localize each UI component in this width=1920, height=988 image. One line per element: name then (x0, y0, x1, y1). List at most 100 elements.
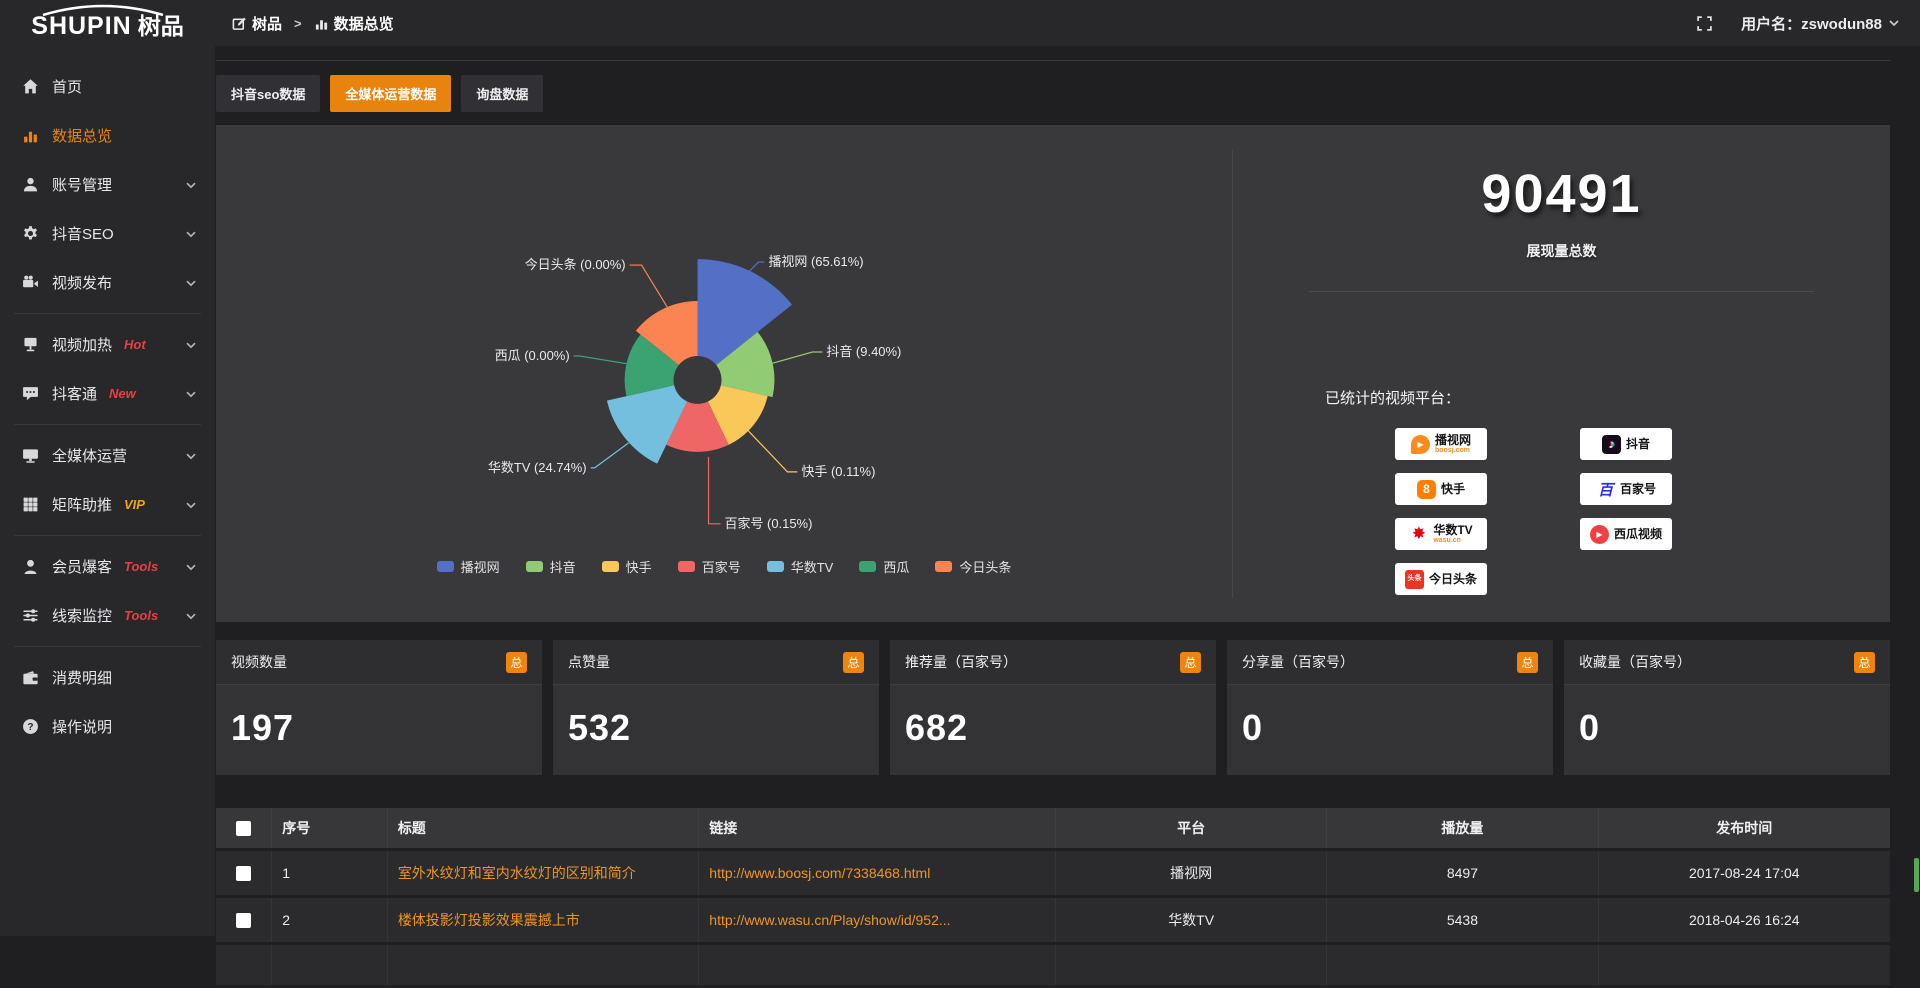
heat-icon (21, 336, 39, 353)
sidebar-item-camera[interactable]: 视频发布 (0, 258, 215, 307)
platform-subtext: boosj.com (1435, 447, 1470, 454)
row-checkbox[interactable] (236, 913, 251, 928)
chevron-down-icon (185, 179, 197, 191)
stat-card-4: 收藏量（百家号）总0 (1564, 640, 1890, 775)
topbar: SHUPIN树品 树品 > 数据总览 用户名：zswodun88 (0, 0, 1920, 46)
breadcrumb-current: 数据总览 (334, 13, 394, 34)
column-header-2: 链接 (699, 808, 1056, 848)
stat-card-value: 0 (1564, 685, 1890, 775)
overview-panel: 播视网 (65.61%)抖音 (9.40%)快手 (0.11%)百家号 (0.1… (216, 125, 1890, 622)
platform-badge-boosj: ▶播视网boosj.com (1395, 428, 1487, 460)
cell-time: 2017-08-24 17:04 (1599, 851, 1890, 895)
stat-card-title: 分享量（百家号） (1242, 652, 1354, 672)
sidebar-item-member[interactable]: 会员爆客Tools (0, 542, 215, 591)
chevron-down-icon (185, 610, 197, 622)
stat-card-header: 点赞量总 (553, 640, 879, 685)
toutiao-logo: 头条 (1405, 570, 1424, 589)
sidebar-item-badge: VIP (124, 497, 145, 512)
legend-item-3[interactable]: 百家号 (678, 557, 741, 576)
sidebar-item-gear[interactable]: 抖音SEO (0, 209, 215, 258)
cell-platform: 播视网 (1056, 851, 1327, 895)
total-badge[interactable]: 总 (1854, 652, 1875, 673)
sidebar-item-home[interactable]: 首页 (0, 62, 215, 111)
total-impressions-value: 90491 (1233, 163, 1890, 225)
rose-slice-4[interactable] (607, 385, 687, 463)
bar-chart-icon (314, 16, 329, 31)
cell-empty (1056, 945, 1327, 985)
cell-no: 2 (272, 898, 388, 942)
label-line-6 (630, 265, 672, 314)
tab-bar: 抖音seo数据全媒体运营数据询盘数据 (216, 75, 1890, 112)
breadcrumb-root[interactable]: 树品 (252, 13, 282, 34)
sidebar-item-label: 会员爆客 (52, 556, 112, 577)
username-menu[interactable]: 用户名：zswodun88 (1741, 13, 1900, 34)
cell-empty (216, 945, 272, 985)
legend-chip (678, 561, 695, 572)
platform-badge-xigua: ▶西瓜视频 (1580, 518, 1672, 550)
table-header-row: 序号标题链接平台播放量发布时间 (216, 808, 1890, 848)
select-all-cell (216, 808, 272, 848)
legend-item-6[interactable]: 今日头条 (935, 557, 1011, 576)
monitor-icon (21, 447, 39, 464)
header-divider (216, 60, 1890, 61)
sidebar-item-label: 线索监控 (52, 605, 112, 626)
platform-name: 抖音 (1626, 438, 1650, 451)
sidebar-item-wallet[interactable]: 消费明细 (0, 653, 215, 702)
tab-2[interactable]: 询盘数据 (461, 75, 543, 112)
cell-link[interactable]: http://www.wasu.cn/Play/show/id/952... (699, 898, 1056, 942)
slice-label-0: 播视网 (65.61%) (768, 254, 863, 269)
total-badge[interactable]: 总 (1180, 652, 1201, 673)
platform-name: 今日头条 (1429, 573, 1477, 586)
stat-card-value: 0 (1227, 685, 1553, 775)
cell-link[interactable]: http://www.boosj.com/7338468.html (699, 851, 1056, 895)
sidebar-item-user[interactable]: 账号管理 (0, 160, 215, 209)
help-icon: ? (21, 718, 39, 735)
sidebar-item-grid[interactable]: 矩阵助推VIP (0, 480, 215, 529)
sidebar-item-help[interactable]: ?操作说明 (0, 702, 215, 751)
legend-item-0[interactable]: 播视网 (437, 557, 500, 576)
cell-title[interactable]: 楼体投影灯投影效果震撼上市 (388, 898, 699, 942)
column-header-1: 标题 (388, 808, 699, 848)
xigua-logo: ▶ (1590, 525, 1609, 544)
sidebar-item-chat[interactable]: 抖客通New (0, 369, 215, 418)
tab-0[interactable]: 抖音seo数据 (216, 75, 320, 112)
topbar-right: 用户名：zswodun88 (1696, 13, 1920, 34)
platform-name: 百家号 (1620, 483, 1656, 496)
platform-name: 播视网 (1435, 434, 1471, 447)
chevron-down-icon (185, 388, 197, 400)
rose-chart-svg: 播视网 (65.61%)抖音 (9.40%)快手 (0.11%)百家号 (0.1… (216, 125, 1232, 555)
select-all-checkbox[interactable] (236, 821, 251, 836)
fullscreen-icon[interactable] (1696, 15, 1713, 32)
total-badge[interactable]: 总 (506, 652, 527, 673)
sidebar-item-filter[interactable]: 线索监控 Tools (0, 591, 215, 640)
sidebar-item-heat[interactable]: 视频加热Hot (0, 320, 215, 369)
svg-text:?: ? (27, 722, 33, 733)
sidebar-item-badge: Tools (124, 608, 158, 623)
camera-icon (21, 274, 39, 291)
tab-1[interactable]: 全媒体运营数据 (330, 75, 451, 112)
total-badge[interactable]: 总 (1517, 652, 1538, 673)
main-content: 抖音seo数据全媒体运营数据询盘数据 播视网 (65.61%)抖音 (9.40%… (215, 46, 1920, 988)
stat-card-3: 分享量（百家号） 总 0 (1227, 640, 1553, 775)
legend-chip (767, 561, 784, 572)
cell-plays: 8497 (1327, 851, 1598, 895)
legend-item-1[interactable]: 抖音 (526, 557, 576, 576)
breadcrumb-separator: > (294, 16, 302, 31)
cell-title[interactable]: 室外水纹灯和室内水纹灯的区别和简介 (388, 851, 699, 895)
sidebar: 首页数据总览账号管理抖音SEO视频发布视频加热Hot抖客通New 全媒体运营矩阵助… (0, 46, 215, 936)
stat-card-header: 收藏量（百家号）总 (1564, 640, 1890, 685)
sidebar-item-monitor[interactable]: 全媒体运营 (0, 431, 215, 480)
slice-label-4: 华数TV (24.74%) (488, 460, 587, 475)
row-checkbox[interactable] (236, 866, 251, 881)
app-logo[interactable]: SHUPIN树品 (0, 7, 215, 39)
legend-item-2[interactable]: 快手 (602, 557, 652, 576)
legend-item-4[interactable]: 华数TV (767, 557, 834, 576)
legend-item-5[interactable]: 西瓜 (859, 557, 909, 576)
row-select-cell (216, 851, 272, 895)
legend-chip (859, 561, 876, 572)
platform-badge-wasu: ✸华数TVwasu.cn (1395, 518, 1487, 550)
total-badge[interactable]: 总 (843, 652, 864, 673)
chevron-down-icon (1888, 17, 1900, 29)
scrollbar-thumb[interactable] (1914, 858, 1919, 892)
sidebar-item-chart[interactable]: 数据总览 (0, 111, 215, 160)
